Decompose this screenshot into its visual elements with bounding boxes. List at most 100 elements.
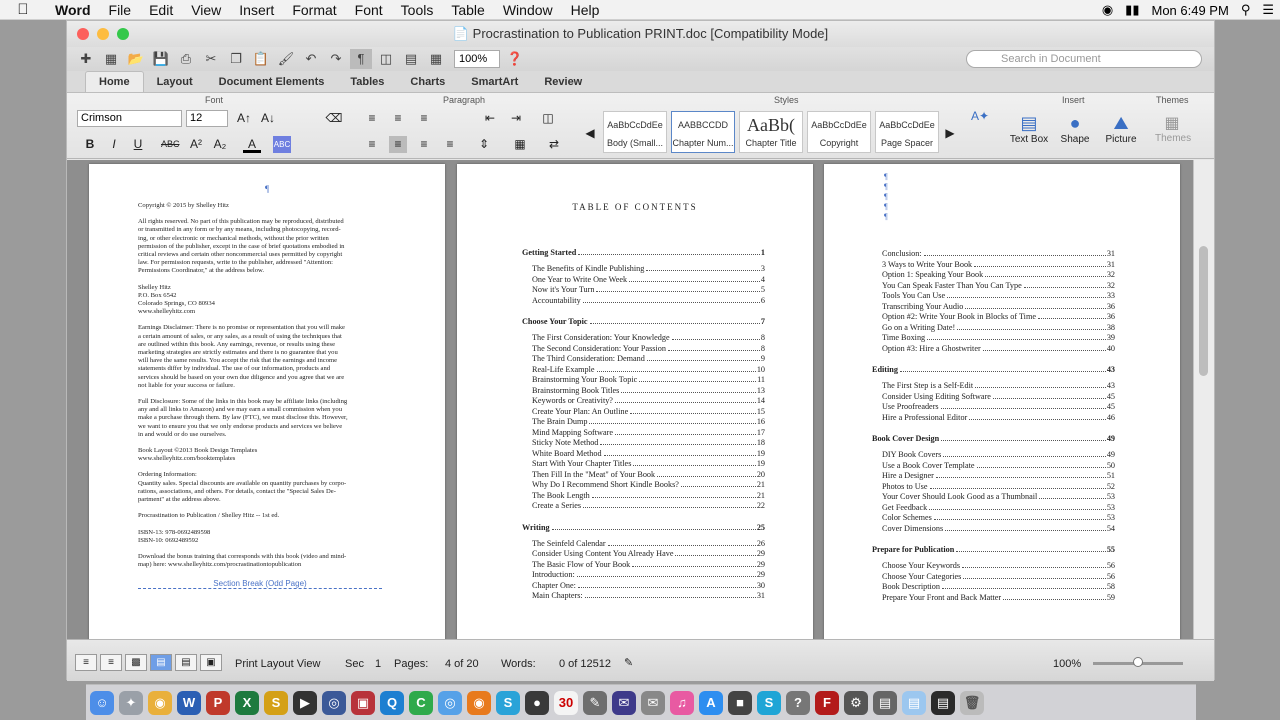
wifi-icon[interactable]: ◉ (1096, 2, 1119, 18)
toc-entry[interactable]: Time Boxing 39 (882, 333, 1115, 342)
notebook-view-button[interactable]: ▤ (175, 654, 197, 671)
publishing-view-button[interactable]: ▩ (125, 654, 147, 671)
toc-entry[interactable]: Accountability 6 (532, 295, 765, 305)
style-preset[interactable]: AaBbCcDdEe Copyright (807, 111, 871, 153)
toc-entry[interactable]: Hire a Professional Editor 46 (882, 412, 1115, 422)
superscript-icon[interactable]: A² (187, 136, 205, 153)
notes-icon[interactable]: ✎ (583, 690, 607, 715)
itunes-icon[interactable]: ♫ (670, 690, 694, 715)
camtasia-icon[interactable]: C (409, 690, 433, 715)
template-gallery-icon[interactable]: ▦ (100, 49, 122, 69)
messages-icon[interactable]: ✉ (641, 690, 665, 715)
tab-document-elements[interactable]: Document Elements (206, 72, 338, 92)
redo-icon[interactable]: ↷ (325, 49, 347, 69)
toc-entry[interactable]: One Year to Write One Week 4 (532, 274, 765, 284)
menu-help[interactable]: Help (562, 2, 609, 18)
hootsuite-icon[interactable]: ● (525, 690, 549, 715)
launchpad-icon[interactable]: ✦ (119, 690, 143, 715)
toc-entry[interactable]: Option 1: Speaking Your Book 32 (882, 270, 1115, 279)
mail-icon[interactable]: ✉ (612, 690, 636, 715)
toc-entry[interactable]: The Brain Dump 16 (532, 417, 765, 426)
tab-layout[interactable]: Layout (144, 72, 206, 92)
numbering-icon[interactable]: ≡ (389, 110, 407, 127)
toc-entry[interactable]: Book Cover Design 49 (872, 434, 1115, 443)
paste-icon[interactable]: 📋 (250, 49, 272, 69)
page-toc[interactable]: TABLE OF CONTENTS Getting Started 1 The Be… (457, 164, 813, 639)
insert-text-box-button[interactable]: ▤ Text Box (1007, 113, 1051, 145)
style-preset[interactable]: AaBb(Chapter Title (739, 111, 803, 153)
scrollbar-thumb[interactable] (1199, 246, 1208, 376)
menu-insert[interactable]: Insert (230, 2, 283, 18)
themes-button[interactable]: ▦ Themes (1155, 113, 1191, 144)
gallery-icon[interactable]: ▤ (400, 49, 422, 69)
system-prefs-icon[interactable]: ⚙ (844, 690, 868, 715)
toc-entry[interactable]: Now it's Your Turn 5 (532, 285, 765, 294)
toc-entry[interactable]: 3 Ways to Write Your Book 31 (882, 259, 1115, 269)
borders-icon[interactable]: ▦ (511, 136, 529, 153)
appstore-icon[interactable]: A (699, 690, 723, 715)
toc-entry[interactable]: Real-Life Example 10 (532, 364, 765, 374)
outline-view-button[interactable]: ≡ (100, 654, 122, 671)
page-copyright[interactable]: ¶ Copyright © 2015 by Shelley Hitz All ri… (89, 164, 445, 639)
toc-entry[interactable]: Hire a Designer 51 (882, 471, 1115, 480)
toc-entry[interactable]: The Second Consideration: Your Passion 8 (532, 343, 765, 353)
align-center-icon[interactable]: ≡ (389, 136, 407, 153)
toc-entry[interactable]: Choose Your Keywords 56 (882, 561, 1115, 570)
powerpoint-icon[interactable]: P (206, 690, 230, 715)
style-preset[interactable]: AaBbCcDdEe Page Spacer (875, 111, 939, 153)
toc-entry[interactable]: Brainstorming Book Titles 13 (532, 385, 765, 395)
subscript-icon[interactable]: A₂ (211, 136, 229, 153)
toc-entry[interactable]: The First Consideration: Your Knowledge 8 (532, 333, 765, 342)
align-left-icon[interactable]: ≡ (363, 136, 381, 153)
toc-entry[interactable]: Then Fill In the "Meat" of Your Book 20 (532, 469, 765, 479)
toc-entry[interactable]: Main Chapters: 31 (532, 591, 765, 600)
toc-entry[interactable]: The Benefits of Kindle Publishing 3 (532, 264, 765, 273)
italic-icon[interactable]: I (105, 136, 123, 153)
apple-icon[interactable]:  (0, 1, 46, 18)
menu-font[interactable]: Font (346, 2, 392, 18)
toc-entry[interactable]: Your Cover Should Look Good as a Thumbna… (882, 492, 1115, 501)
notification-icon[interactable]: ☰ (1256, 2, 1280, 18)
highlight-icon[interactable]: ABC (273, 136, 291, 153)
photobooth-icon[interactable]: ▣ (351, 690, 375, 715)
undo-icon[interactable]: ↶ (300, 49, 322, 69)
calendar-icon[interactable]: 30 (554, 690, 578, 715)
quicktime-icon[interactable]: Q (380, 690, 404, 715)
toc-entry[interactable]: Create Your Plan: An Outline 15 (532, 406, 765, 416)
excel-icon[interactable]: X (235, 690, 259, 715)
draft-view-button[interactable]: ≡ (75, 654, 97, 671)
toc-entry[interactable]: Sticky Note Method 18 (532, 438, 765, 447)
safari-icon[interactable]: ◎ (322, 690, 346, 715)
menu-edit[interactable]: Edit (140, 2, 182, 18)
spotlight-icon[interactable]: ⚲ (1235, 2, 1257, 18)
help-icon[interactable]: ❓ (504, 49, 526, 69)
print-layout-view-button[interactable]: ▤ (150, 654, 172, 671)
chrome-icon[interactable]: ◉ (148, 690, 172, 715)
tab-review[interactable]: Review (531, 72, 595, 92)
menu-view[interactable]: View (182, 2, 230, 18)
toc-entry[interactable]: The First Step is a Self-Edit 43 (882, 381, 1115, 390)
network-icon[interactable]: ◎ (438, 690, 462, 715)
close-window-button[interactable] (77, 28, 89, 40)
style-preset[interactable]: AABBCCDD Chapter Num... (671, 111, 735, 153)
toc-entry[interactable]: Prepare Your Front and Back Matter 59 (882, 592, 1115, 602)
align-right-icon[interactable]: ≡ (415, 136, 433, 153)
tab-charts[interactable]: Charts (397, 72, 458, 92)
bold-icon[interactable]: B (81, 136, 99, 153)
vertical-scrollbar[interactable] (1193, 160, 1214, 639)
help-app-icon[interactable]: ? (786, 690, 810, 715)
clock[interactable]: Mon 6:49 PM (1145, 3, 1234, 18)
font-name-select[interactable]: Crimson (77, 110, 182, 127)
proofing-icon[interactable]: ✎ (624, 656, 633, 669)
zoom-window-button[interactable] (117, 28, 129, 40)
insert-shape-button[interactable]: ● Shape (1053, 113, 1097, 145)
tab-home[interactable]: Home (85, 71, 144, 92)
toc-entry[interactable]: Option #2: Write Your Book in Blocks of … (882, 312, 1115, 321)
line-spacing-icon[interactable]: ⇕ (475, 136, 493, 153)
decrease-indent-icon[interactable]: ⇤ (481, 110, 499, 127)
underline-icon[interactable]: U (129, 136, 147, 153)
skype-blue-icon[interactable]: S (757, 690, 781, 715)
toc-entry[interactable]: Cover Dimensions 54 (882, 523, 1115, 533)
minimize-window-button[interactable] (97, 28, 109, 40)
open-icon[interactable]: 📂 (125, 49, 147, 69)
